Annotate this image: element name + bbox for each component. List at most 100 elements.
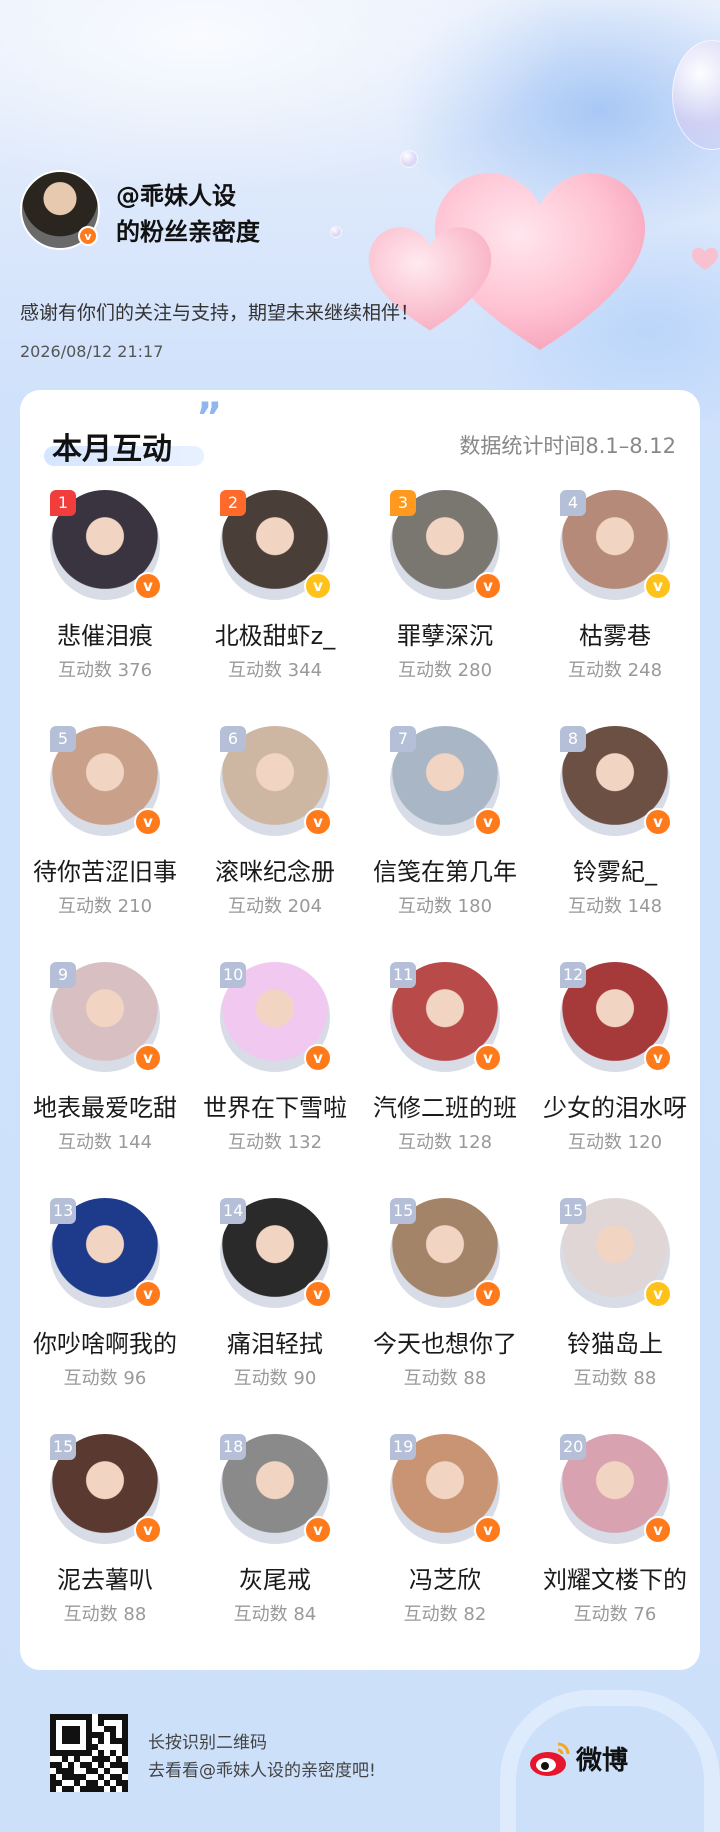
interaction-count: 互动数 88 (63, 1604, 147, 1625)
interaction-count: 互动数 120 (567, 1132, 663, 1153)
fan-name[interactable]: 你吵啥啊我的 (20, 1324, 190, 1359)
verified-badge-icon: v (134, 808, 162, 836)
rank-badge: 18 (220, 1434, 247, 1460)
rank-badge: 2 (220, 490, 246, 516)
verified-badge-icon: v (474, 808, 502, 836)
interaction-count: 互动数 132 (227, 1132, 323, 1153)
fan-item[interactable]: 12 v 少女的泪水呀互动数 120 (530, 962, 700, 1162)
interaction-count: 互动数 280 (397, 660, 493, 681)
interaction-count: 互动数 88 (573, 1368, 657, 1389)
fan-name[interactable]: 北极甜虾z_ (190, 616, 360, 651)
fan-name[interactable]: 滚咪纪念册 (190, 852, 360, 887)
rank-badge: 1 (50, 490, 76, 516)
interaction-count: 互动数 88 (403, 1368, 487, 1389)
decorative-bubble (330, 226, 342, 238)
rank-badge: 4 (560, 490, 586, 516)
rank-badge: 15 (560, 1198, 587, 1224)
interaction-count: 互动数 376 (57, 660, 153, 681)
username[interactable]: @乖妹人设 (116, 176, 236, 211)
interaction-count: 互动数 96 (63, 1368, 147, 1389)
rank-badge: 12 (560, 962, 587, 988)
verified-badge-icon: v (474, 1516, 502, 1544)
interaction-count: 互动数 84 (233, 1604, 317, 1625)
fan-name[interactable]: 汽修二班的班 (360, 1088, 530, 1123)
card-title: 本月互动 (52, 432, 172, 467)
fan-name[interactable]: 悲催泪痕 (20, 616, 190, 651)
verified-badge-icon: v (78, 226, 98, 246)
fan-name[interactable]: 冯芝欣 (360, 1560, 530, 1595)
stats-period: 数据统计时间8.1–8.12 (459, 434, 676, 458)
fan-name[interactable]: 信笺在第几年 (360, 852, 530, 887)
interaction-count: 互动数 344 (227, 660, 323, 681)
verified-badge-icon: v (644, 1044, 672, 1072)
fan-name[interactable]: 泥去薯叭 (20, 1560, 190, 1595)
qr-code-icon[interactable] (50, 1714, 128, 1792)
fan-item[interactable]: 11 v 汽修二班的班 互动数 128 (360, 962, 530, 1162)
rank-badge: 19 (390, 1434, 417, 1460)
weibo-logo: 微博 (528, 1736, 678, 1782)
fan-item[interactable]: 14 v 痛泪轻拭 互动数 90 (190, 1198, 360, 1398)
rank-badge: 15 (50, 1434, 77, 1460)
fan-item[interactable]: 8 v 铃雾紀_ 互动数 148 (530, 726, 700, 926)
rank-badge: 13 (50, 1198, 77, 1224)
fan-item[interactable]: 15 v 铃猫岛上互动数 88 (530, 1198, 700, 1398)
interaction-count: 互动数 82 (403, 1604, 487, 1625)
fan-item[interactable]: 10 v 世界在下雪啦 互动数 132 (190, 962, 360, 1162)
fan-item[interactable]: 7 v 信笺在第几年 互动数 180 (360, 726, 530, 926)
rank-badge: 7 (390, 726, 416, 752)
timestamp: 2026/08/12 21:17 (20, 342, 164, 361)
verified-badge-icon: v (304, 1280, 332, 1308)
fan-name[interactable]: 铃猫岛上 (530, 1324, 700, 1359)
decorative-bubble (400, 150, 418, 168)
verified-badge-icon: v (304, 808, 332, 836)
fan-item[interactable]: 19 v 冯芝欣互动数 82 (360, 1434, 530, 1634)
fan-item[interactable]: 2 v 北极甜虾z_ 互动数 344 (190, 490, 360, 690)
rank-badge: 14 (220, 1198, 247, 1224)
fan-item[interactable]: 18 v 灰尾戒 互动数 84 (190, 1434, 360, 1634)
fan-name[interactable]: 罪孽深沉 (360, 616, 530, 651)
interaction-count: 互动数 144 (57, 1132, 153, 1153)
verified-badge-icon: v (304, 572, 332, 600)
fan-name[interactable]: 铃雾紀_ (530, 852, 700, 887)
monthly-interaction-card: 本月互动 ” 数据统计时间8.1–8.12 1 v 悲催泪痕互动数 376 2 v 北极甜… (20, 390, 700, 1670)
decorative-bubble (672, 40, 720, 150)
fan-name[interactable]: 今天也想你了 (360, 1324, 530, 1359)
fan-item[interactable]: 3 v 罪孽深沉互动数 280 (360, 490, 530, 690)
rank-badge: 3 (390, 490, 416, 516)
fan-item[interactable]: 15 v 今天也想你了 互动数 88 (360, 1198, 530, 1398)
weibo-logo-icon (530, 1742, 570, 1776)
verified-badge-icon: v (644, 808, 672, 836)
fan-name[interactable]: 待你苦涩旧事 (20, 852, 190, 887)
fan-name[interactable]: 刘耀文楼下的 (530, 1560, 700, 1595)
quote-mark-icon: ” (196, 395, 223, 441)
fan-item[interactable]: 1 v 悲催泪痕 互动数 376 (20, 490, 190, 690)
footer: 长按识别二维码 去看看@乖妹人设的亲密度吧! 微博 (0, 1690, 720, 1832)
interaction-count: 互动数 248 (567, 660, 663, 681)
fan-name[interactable]: 枯雾巷 (530, 616, 700, 651)
fan-item[interactable]: 5 v 待你苦涩旧事 互动数 210 (20, 726, 190, 926)
verified-badge-icon: v (644, 1280, 672, 1308)
thanks-message: 感谢有你们的关注与支持，期望未来继续相伴！ (20, 302, 420, 324)
rank-badge: 15 (390, 1198, 417, 1224)
fan-item[interactable]: 15 v 泥去薯叭 互动数 88 (20, 1434, 190, 1634)
fan-name[interactable]: 痛泪轻拭 (190, 1324, 360, 1359)
scan-instruction: 长按识别二维码 (148, 1733, 267, 1753)
card-header: 本月互动 (44, 424, 204, 468)
verified-badge-icon: v (644, 572, 672, 600)
heart-decoration-icon (691, 247, 719, 270)
interaction-count: 互动数 210 (57, 896, 153, 917)
verified-badge-icon: v (474, 572, 502, 600)
rank-badge: 6 (220, 726, 246, 752)
interaction-count: 互动数 148 (567, 896, 663, 917)
fan-item[interactable]: 13 v 你吵啥啊我的 互动数 96 (20, 1198, 190, 1398)
fan-name[interactable]: 地表最爱吃甜 (20, 1088, 190, 1123)
fan-item[interactable]: 4 v 枯雾巷互动数 248 (530, 490, 700, 690)
fan-name[interactable]: 少女的泪水呀 (530, 1088, 700, 1123)
fan-item[interactable]: 9 v 地表最爱吃甜 互动数 144 (20, 962, 190, 1162)
fan-item[interactable]: 6 v 滚咪纪念册 互动数 204 (190, 726, 360, 926)
fan-item[interactable]: 20 v 刘耀文楼下的 互动数 76 (530, 1434, 700, 1634)
fan-name[interactable]: 灰尾戒 (190, 1560, 360, 1595)
verified-badge-icon: v (134, 1044, 162, 1072)
verified-badge-icon: v (644, 1516, 672, 1544)
fan-name[interactable]: 世界在下雪啦 (190, 1088, 360, 1123)
